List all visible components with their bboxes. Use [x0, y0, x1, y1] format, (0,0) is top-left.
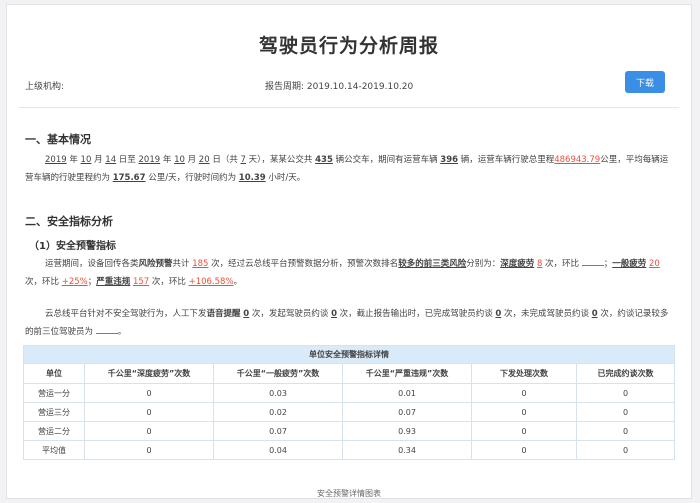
cell-value: 0 [84, 383, 214, 403]
download-button[interactable]: 下载 [625, 71, 665, 93]
table-caption: 单位安全预警指标详情 [23, 345, 675, 364]
cell-value: 0.07 [342, 402, 472, 422]
section-basic-heading: 一、基本情况 [25, 133, 91, 146]
table-row: 营运三分 0 0.02 0.07 0 0 [23, 402, 675, 422]
cell-value: 0 [471, 440, 577, 460]
cell-unit: 平均值 [23, 440, 85, 460]
cell-value: 0.01 [342, 383, 472, 403]
unit-warning-table: 单位安全预警指标详情 单位 千公里“深度疲劳”次数 千公里“一般疲劳”次数 千公… [23, 345, 675, 460]
table-row: 营运二分 0 0.07 0.93 0 0 [23, 421, 675, 441]
cell-value: 0 [576, 402, 675, 422]
cell-unit: 营运三分 [23, 402, 85, 422]
basic-info-paragraph: 2019 年 10 月 14 日至 2019 年 10 月 20 日（共 7 天… [25, 155, 669, 183]
column-header: 单位 [23, 363, 85, 384]
cell-value: 0 [84, 421, 214, 441]
header-divider [19, 107, 679, 108]
org-label: 上级机构: [25, 82, 65, 92]
column-header: 千公里“严重违规”次数 [342, 363, 472, 384]
cell-value: 0.93 [342, 421, 472, 441]
cell-value: 0.02 [213, 402, 343, 422]
cell-value: 0.07 [213, 421, 343, 441]
cell-value: 0 [576, 383, 675, 403]
cell-unit: 营运二分 [23, 421, 85, 441]
section-safety-heading: 二、安全指标分析 [25, 215, 113, 228]
cell-value: 0 [84, 440, 214, 460]
cell-unit: 营运一分 [23, 383, 85, 403]
column-header: 千公里“一般疲劳”次数 [213, 363, 343, 384]
report-title: 驾驶员行为分析周报 [258, 35, 439, 57]
cell-value: 0 [576, 421, 675, 441]
period-value: 2019.10.14-2019.10.20 [306, 82, 414, 92]
interview-paragraph: 云总线平台针对不安全驾驶行为，人工下发语音提醒 0 次，发起驾驶员约谈 0 次，… [25, 309, 669, 337]
table-row: 营运一分 0 0.03 0.01 0 0 [23, 383, 675, 403]
report-period: 报告周期: 2019.10.14-2019.10.20 [265, 79, 413, 92]
cell-value: 0.34 [342, 440, 472, 460]
cell-value: 0 [84, 402, 214, 422]
safety-warning-subheading: （1）安全预警指标 [29, 241, 116, 252]
cell-value: 0 [471, 421, 577, 441]
table-row: 平均值 0 0.04 0.34 0 0 [23, 440, 675, 460]
cell-value: 0 [471, 402, 577, 422]
cell-value: 0.03 [213, 383, 343, 403]
cell-value: 0.04 [213, 440, 343, 460]
cell-value: 0 [576, 440, 675, 460]
column-header: 下发处理次数 [471, 363, 577, 384]
cell-value: 0 [471, 383, 577, 403]
warning-summary-paragraph: 运营期间，设备回传各类风险预警共计 185 次，经过云总线平台预警数据分析，预警… [25, 259, 660, 287]
period-label: 报告周期: [265, 82, 305, 92]
chart-caption: 安全预警详情图表 [317, 489, 381, 498]
report-page: 驾驶员行为分析周报 上级机构: 报告周期: 2019.10.14-2019.10… [6, 4, 692, 499]
column-header: 千公里“深度疲劳”次数 [84, 363, 214, 384]
column-header: 已完成约谈次数 [576, 363, 675, 384]
